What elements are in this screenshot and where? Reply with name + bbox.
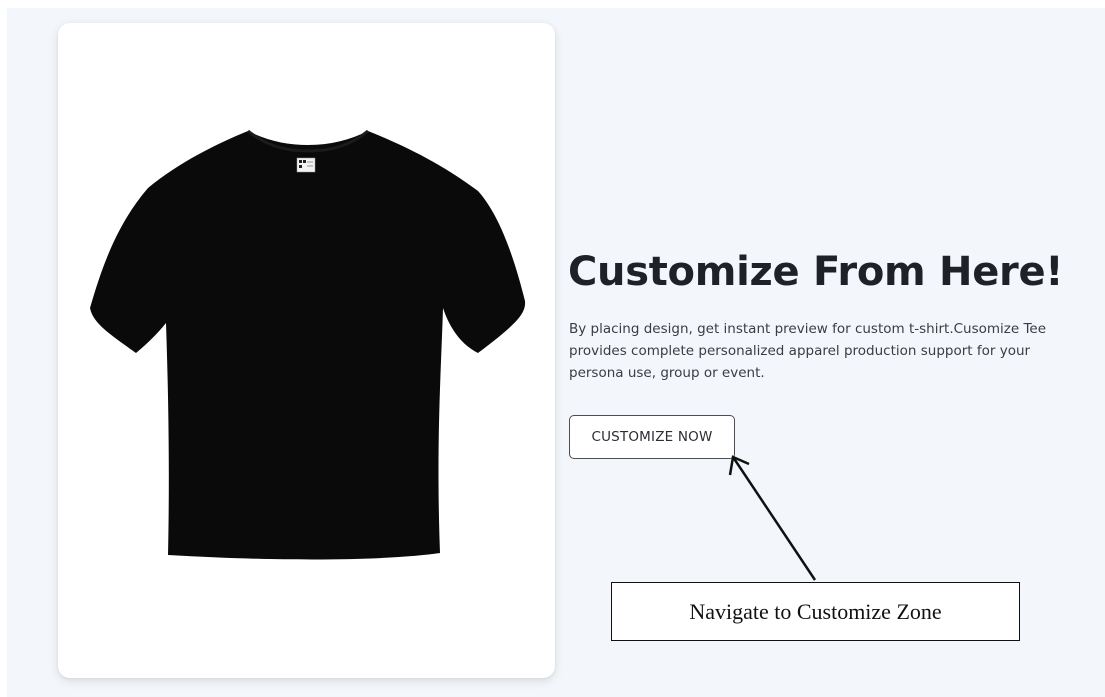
customize-now-button[interactable]: CUSTOMIZE NOW (569, 415, 735, 459)
product-image-card (58, 23, 555, 678)
tshirt-image (90, 129, 526, 560)
annotation-label: Navigate to Customize Zone (611, 582, 1020, 641)
hero-description: By placing design, get instant preview f… (569, 321, 1047, 381)
tshirt-body (90, 131, 526, 560)
hero-title: Customize From Here! (568, 249, 1064, 295)
